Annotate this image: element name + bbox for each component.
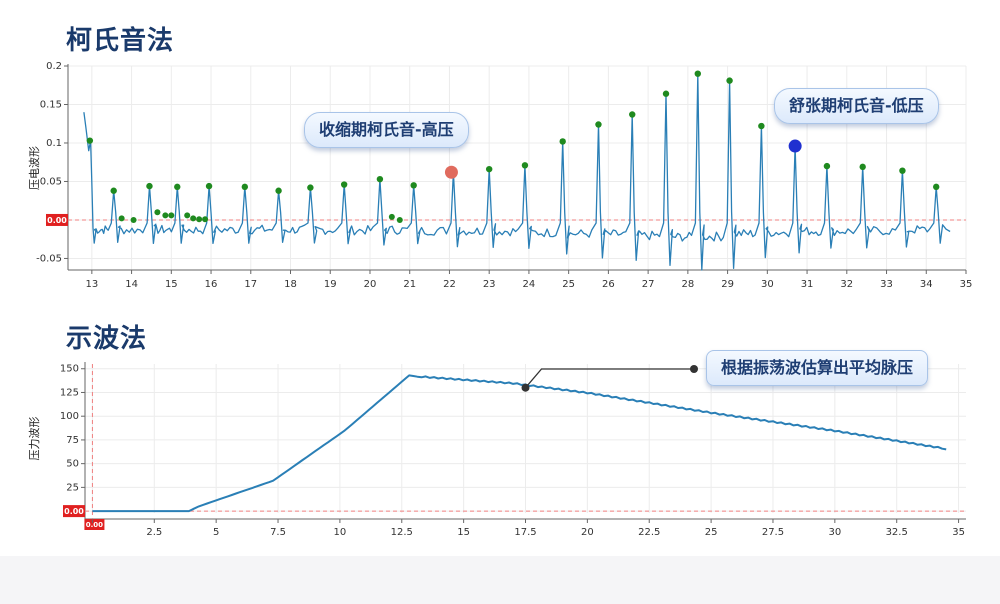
x-tick-label: 10 <box>334 527 347 538</box>
x-tick-label: 12.5 <box>391 527 413 538</box>
annotation-point <box>521 383 530 392</box>
origin-badge-label: 0.00 <box>86 521 103 529</box>
diastolic-callout: 舒张期柯氏音-低压 <box>774 88 939 124</box>
y-tick-label: 75 <box>66 435 79 446</box>
x-tick-label: 20 <box>581 527 594 538</box>
x-tick-label: 17.5 <box>514 527 536 538</box>
systolic-callout: 收缩期柯氏音-高压 <box>304 112 469 148</box>
x-tick-label: 35 <box>952 527 965 538</box>
cuff-pressure-line <box>92 374 947 513</box>
x-tick-label: 30 <box>828 527 841 538</box>
x-tick-label: 25 <box>705 527 718 538</box>
y-tick-label: 150 <box>60 364 79 375</box>
x-tick-label: 15 <box>457 527 470 538</box>
mean-pressure-callout: 根据振荡波估算出平均脉压 <box>706 350 929 386</box>
x-tick-label: 22.5 <box>638 527 660 538</box>
annotation-anchor <box>690 365 698 373</box>
y-tick-label: 25 <box>66 482 79 493</box>
baseline-badge-label: 0.00 <box>64 507 84 516</box>
x-tick-label: 27.5 <box>762 527 784 538</box>
y-tick-label: 50 <box>66 459 79 470</box>
x-tick-label: 2.5 <box>146 527 162 538</box>
y-tick-label: 125 <box>60 387 79 398</box>
x-tick-label: 5 <box>213 527 219 538</box>
y-axis-label: 压力波形 <box>28 417 41 461</box>
y-tick-label: 100 <box>60 411 79 422</box>
footer-band <box>0 556 1000 604</box>
annotation-leader-line <box>525 368 694 389</box>
x-tick-label: 32.5 <box>886 527 908 538</box>
x-tick-label: 7.5 <box>270 527 286 538</box>
